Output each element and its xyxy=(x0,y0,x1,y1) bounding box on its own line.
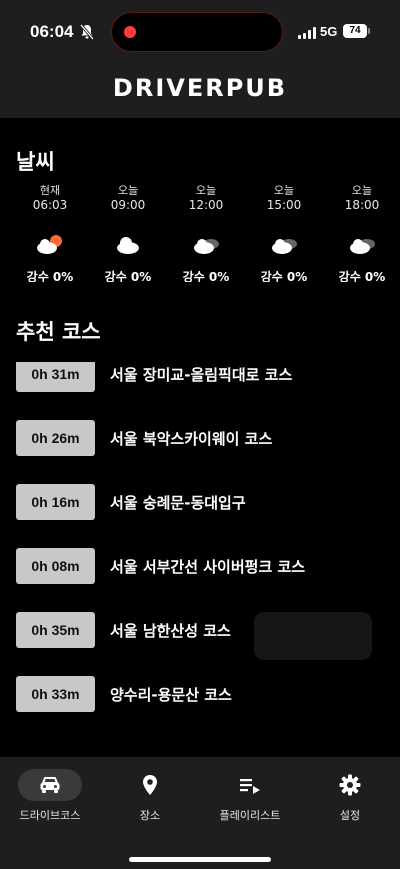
tab-icon-container xyxy=(318,769,382,801)
weather-day-label: 현재 xyxy=(39,184,61,197)
weather-day-label: 오늘 xyxy=(351,184,373,197)
gear-icon xyxy=(339,774,361,796)
tab-drive-course[interactable]: 드라이브코스 xyxy=(5,769,95,823)
course-row[interactable]: 0h 31m 서울 장미교-올림픽대로 코스 xyxy=(16,362,396,392)
bell-off-icon xyxy=(80,24,94,40)
tab-icon-container xyxy=(218,769,282,801)
tab-label: 설정 xyxy=(339,809,361,822)
weather-time: 06:03 xyxy=(32,198,68,212)
course-row[interactable]: 0h 16m 서울 숭례문-동대입구 xyxy=(16,484,396,520)
weather-item: 오늘 15:00 강수 0% xyxy=(249,182,319,282)
tab-playlist[interactable]: 플레이리스트 xyxy=(205,769,295,823)
status-bar: 06:04 5G 74 xyxy=(0,0,400,62)
weather-item: 오늘 18:00 강수 0% xyxy=(327,182,397,282)
bottom-tab-bar: 드라이브코스 장소 플레이리스트 설정 xyxy=(0,757,400,869)
battery-icon: 74 xyxy=(343,24,367,38)
cloud-icon xyxy=(194,239,219,254)
battery-tip xyxy=(368,28,370,34)
tab-label: 드라이브코스 xyxy=(19,809,81,822)
weather-item: 현재 06:03 강수 0% xyxy=(15,182,85,282)
course-name: 서울 북악스카이웨이 코스 xyxy=(110,430,273,448)
tab-places[interactable]: 장소 xyxy=(105,769,195,823)
status-time: 06:04 xyxy=(30,22,74,41)
weather-time: 12:00 xyxy=(188,198,224,212)
course-name: 서울 숭례문-동대입구 xyxy=(110,494,246,512)
car-icon xyxy=(40,777,60,793)
weather-precipitation: 강수 0% xyxy=(104,270,152,282)
tab-settings[interactable]: 설정 xyxy=(305,769,395,823)
playlist-icon xyxy=(240,779,260,794)
tab-label: 플레이리스트 xyxy=(219,809,281,822)
course-row[interactable]: 0h 26m 서울 북악스카이웨이 코스 xyxy=(16,420,396,456)
tab-active-indicator xyxy=(18,769,82,801)
home-indicator[interactable] xyxy=(129,857,271,862)
course-duration: 0h 33m xyxy=(16,676,95,712)
weather-time: 15:00 xyxy=(266,198,302,212)
weather-day-label: 오늘 xyxy=(117,184,139,197)
weather-item: 오늘 09:00 강수 0% xyxy=(93,182,163,282)
signal-icon xyxy=(298,27,316,39)
course-name: 서울 남한산성 코스 xyxy=(110,622,231,640)
course-row[interactable]: 0h 08m 서울 서부간선 사이버펑크 코스 xyxy=(16,548,396,584)
recording-indicator-icon xyxy=(124,26,136,38)
course-row[interactable]: 0h 33m 양수리-용문산 코스 xyxy=(16,676,396,712)
course-duration: 0h 16m xyxy=(16,484,95,520)
course-name: 서울 서부간선 사이버펑크 코스 xyxy=(110,558,306,576)
location-pin-icon xyxy=(143,775,157,795)
courses-title: 추천 코스 xyxy=(16,320,101,344)
weather-precipitation: 강수 0% xyxy=(182,270,230,282)
course-row[interactable]: 0h 35m 서울 남한산성 코스 xyxy=(16,612,396,648)
weather-precipitation: 강수 0% xyxy=(26,270,74,282)
course-duration: 0h 35m xyxy=(16,612,95,648)
weather-item: 오늘 12:00 강수 0% xyxy=(171,182,241,282)
course-name: 양수리-용문산 코스 xyxy=(110,686,232,704)
weather-title: 날씨 xyxy=(16,150,55,174)
weather-time: 09:00 xyxy=(110,198,146,212)
network-type: 5G xyxy=(320,24,338,39)
weather-day-label: 오늘 xyxy=(195,184,217,197)
weather-day-label: 오늘 xyxy=(273,184,295,197)
dynamic-island xyxy=(111,12,283,52)
tab-icon-container xyxy=(118,769,182,801)
course-name: 서울 장미교-올림픽대로 코스 xyxy=(110,366,293,384)
course-duration: 0h 08m xyxy=(16,548,95,584)
app-header: DRIVERPUB xyxy=(0,62,400,118)
cloud-icon xyxy=(117,237,139,254)
course-duration: 0h 26m xyxy=(16,420,95,456)
course-duration: 0h 31m xyxy=(16,362,95,392)
weather-time: 18:00 xyxy=(344,198,380,212)
weather-precipitation: 강수 0% xyxy=(260,270,308,282)
course-list[interactable]: 0h 31m 서울 장미교-올림픽대로 코스 0h 26m 서울 북악스카이웨이… xyxy=(0,362,400,750)
sun-cloud-icon xyxy=(37,235,62,254)
weather-forecast-row[interactable]: 현재 06:03 강수 0% 오늘 09:00 강수 0% 오늘 12:00 강… xyxy=(0,182,400,282)
weather-precipitation: 강수 0% xyxy=(338,270,386,282)
tab-label: 장소 xyxy=(139,809,161,822)
cloud-icon xyxy=(350,239,375,254)
cloud-icon xyxy=(272,239,297,254)
app-title: DRIVERPUB xyxy=(112,74,288,102)
